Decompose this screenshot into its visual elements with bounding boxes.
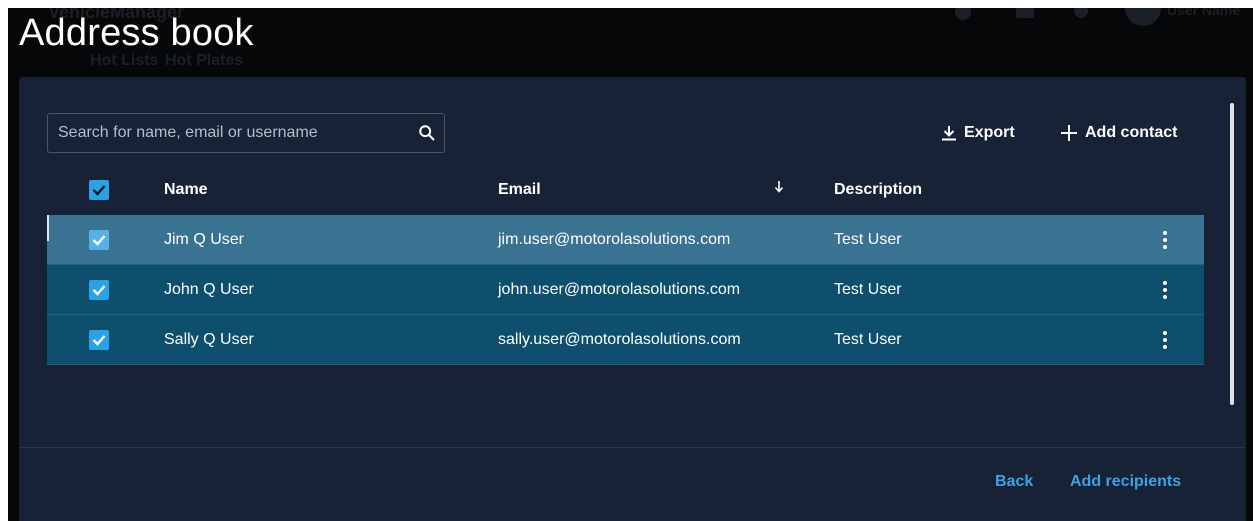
address-book-dialog: Export Add contact Name Email Descriptio… <box>19 77 1246 521</box>
table-row[interactable]: John Q User john.user@motorolasolutions.… <box>47 265 1204 315</box>
row-checkbox[interactable] <box>89 280 109 300</box>
contact-description: Test User <box>834 230 902 248</box>
check-icon <box>92 185 106 196</box>
more-vert-icon[interactable] <box>1159 278 1171 302</box>
check-icon <box>92 335 106 346</box>
table-row[interactable]: Sally Q User sally.user@motorolasolution… <box>47 315 1204 365</box>
download-icon <box>942 126 956 141</box>
contact-description: Test User <box>834 280 902 298</box>
contacts-table: Name Email Description Jim Q User jim.us… <box>47 165 1204 365</box>
table-row[interactable]: Jim Q User jim.user@motorolasolutions.co… <box>47 215 1204 265</box>
user-name: User Name <box>1167 8 1241 18</box>
avatar <box>1125 8 1161 26</box>
add-contact-label: Add contact <box>1085 124 1178 141</box>
focus-marker <box>47 215 49 241</box>
add-contact-button[interactable]: Add contact <box>1061 121 1177 145</box>
page-title: Address book <box>19 12 254 54</box>
select-all-checkbox[interactable] <box>89 180 109 200</box>
plus-icon <box>1061 125 1077 141</box>
contact-name: Sally Q User <box>164 330 254 348</box>
more-vert-icon[interactable] <box>1159 228 1171 252</box>
row-checkbox[interactable] <box>89 330 109 350</box>
search-icon[interactable] <box>418 124 436 142</box>
check-icon <box>92 285 106 296</box>
back-button[interactable]: Back <box>995 473 1033 491</box>
contact-name: John Q User <box>164 280 254 298</box>
contact-description: Test User <box>834 330 902 348</box>
search-input[interactable] <box>58 114 408 152</box>
bell-icon <box>1074 8 1088 18</box>
scrollbar[interactable] <box>1230 103 1234 405</box>
row-checkbox[interactable] <box>89 230 109 250</box>
column-header-description[interactable]: Description <box>834 181 922 199</box>
contact-email: jim.user@motorolasolutions.com <box>498 230 731 248</box>
sort-down-icon[interactable] <box>774 181 784 193</box>
table-header: Name Email Description <box>47 165 1204 215</box>
export-label: Export <box>964 124 1015 141</box>
help-icon <box>955 8 971 20</box>
contact-email: sally.user@motorolasolutions.com <box>498 330 741 348</box>
export-button[interactable]: Export <box>942 121 1015 145</box>
search-box <box>47 113 445 153</box>
contact-name: Jim Q User <box>164 230 244 248</box>
more-vert-icon[interactable] <box>1159 328 1171 352</box>
column-header-email[interactable]: Email <box>498 181 541 199</box>
footer-divider <box>19 447 1246 448</box>
column-header-name[interactable]: Name <box>164 181 208 199</box>
megaphone-icon <box>1016 8 1034 18</box>
add-recipients-button[interactable]: Add recipients <box>1070 473 1181 491</box>
check-icon <box>92 235 106 246</box>
contact-email: john.user@motorolasolutions.com <box>498 280 741 298</box>
